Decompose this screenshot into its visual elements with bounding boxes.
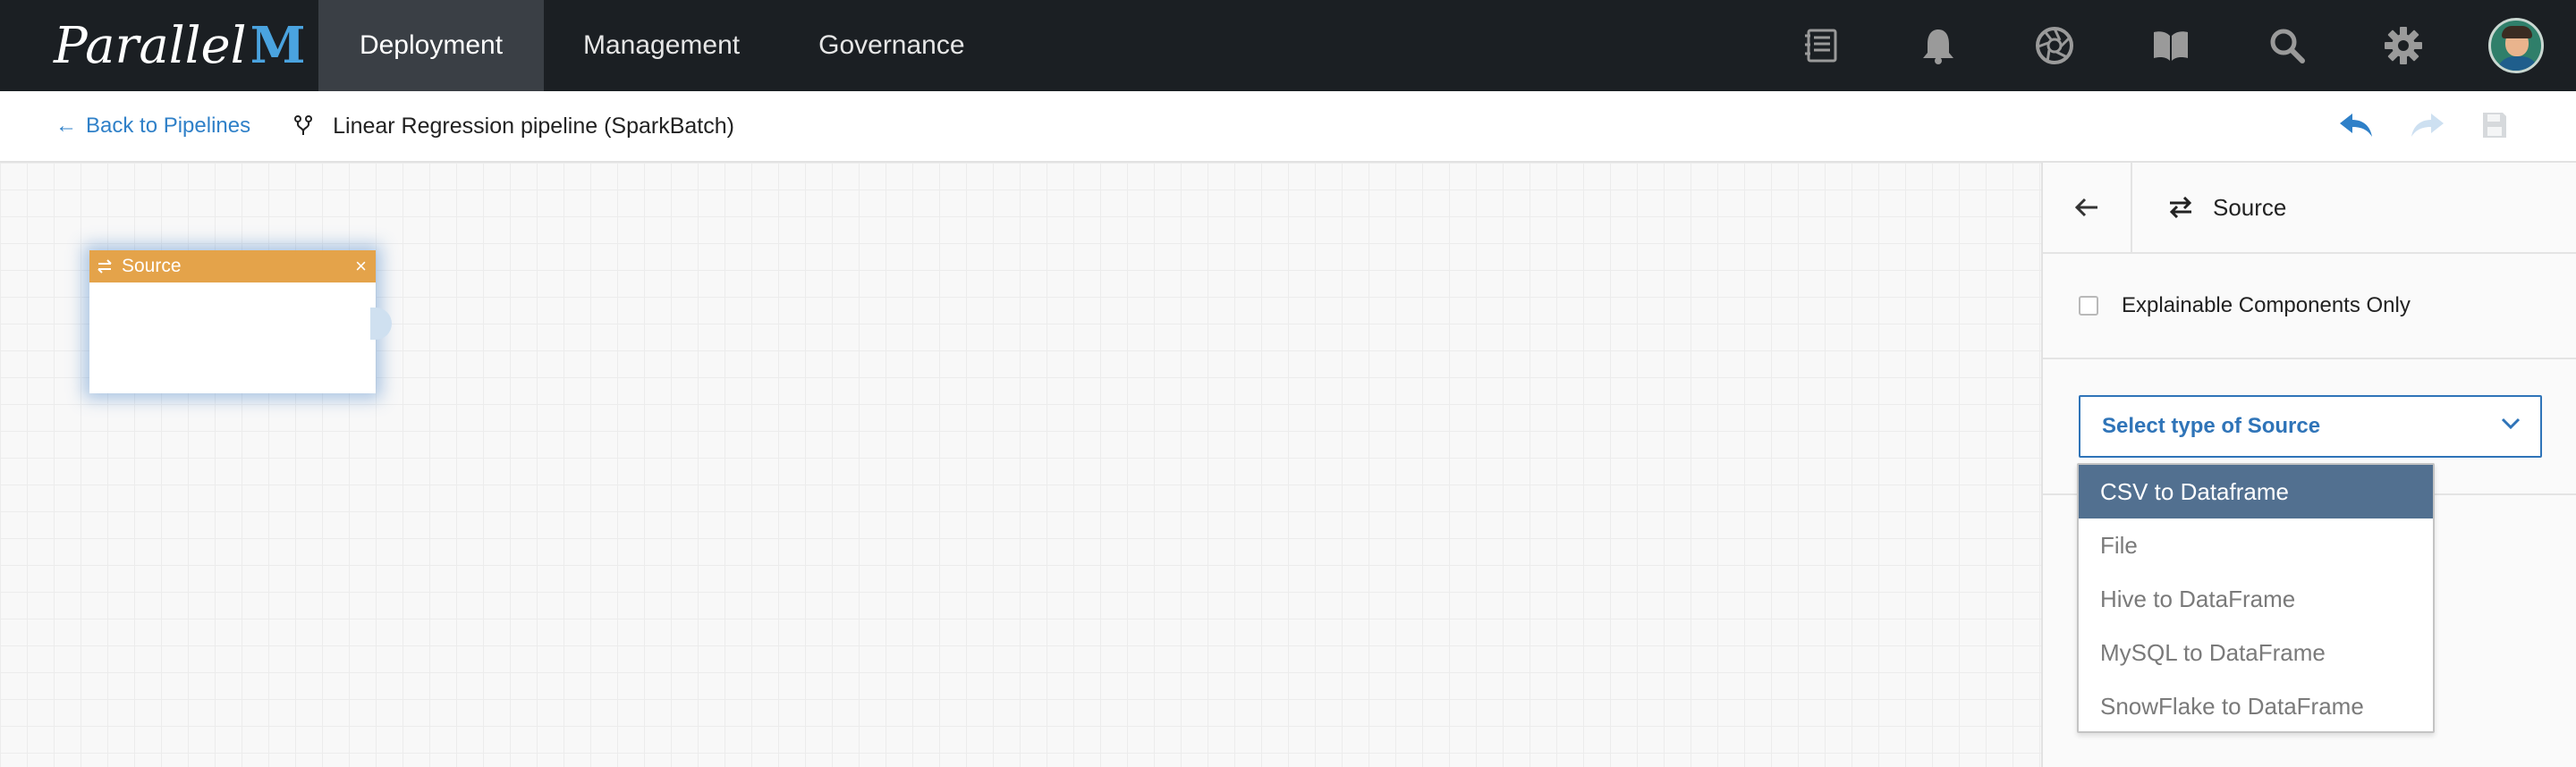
source-node-title: Source [122, 256, 182, 276]
logo-accent: M [250, 16, 306, 75]
pipeline-subheader: ← Back to Pipelines Linear Regression pi… [0, 91, 2576, 163]
nav-tab-management[interactable]: Management [544, 0, 779, 91]
chevron-down-icon [2501, 417, 2521, 430]
explainable-label: Explainable Components Only [2122, 293, 2411, 317]
panel-title-text: Source [2213, 193, 2287, 221]
logo[interactable]: Parallel M [0, 0, 318, 91]
logo-text: Parallel [54, 16, 247, 75]
dropdown-option-csv[interactable]: CSV to Dataframe [2079, 465, 2433, 518]
aperture-icon[interactable] [1996, 0, 2113, 91]
save-icon[interactable] [2481, 111, 2508, 144]
panel-back-button[interactable] [2043, 163, 2132, 252]
dropdown-option-file[interactable]: File [2079, 518, 2433, 572]
nav-tab-deployment[interactable]: Deployment [318, 0, 544, 91]
explainable-filter: Explainable Components Only [2043, 254, 2576, 359]
back-link-label: Back to Pipelines [86, 114, 251, 138]
output-port[interactable] [370, 308, 392, 340]
bell-icon[interactable] [1880, 0, 1996, 91]
dropdown-option-mysql[interactable]: MySQL to DataFrame [2079, 626, 2433, 679]
source-node-header[interactable]: Source × [89, 250, 376, 282]
arrow-left-icon: ← [55, 114, 77, 138]
back-to-pipelines-link[interactable]: ← Back to Pipelines [55, 114, 250, 139]
pipeline-title-text: Linear Regression pipeline (SparkBatch) [333, 113, 734, 139]
nav-tab-label: Governance [818, 30, 965, 60]
pipeline-actions [2338, 91, 2508, 163]
pipeline-canvas[interactable]: Source × [0, 163, 2041, 767]
pipeline-fork-icon [293, 115, 313, 137]
arrow-left-icon [2074, 198, 2097, 217]
redo-icon[interactable] [2410, 112, 2445, 143]
pipeline-title: Linear Regression pipeline (SparkBatch) [293, 114, 734, 139]
panel-title: Source [2132, 163, 2286, 252]
nav-tab-governance[interactable]: Governance [779, 0, 1004, 91]
avatar-hair [2502, 26, 2532, 38]
nav-tab-label: Deployment [359, 30, 504, 60]
book-icon[interactable] [2113, 0, 2229, 91]
source-type-placeholder: Select type of Source [2102, 414, 2321, 438]
notebook-icon[interactable] [1764, 0, 1880, 91]
dropdown-option-hive[interactable]: Hive to DataFrame [2079, 572, 2433, 626]
avatar-body [2496, 56, 2539, 71]
explainable-checkbox[interactable] [2079, 296, 2098, 316]
user-avatar[interactable] [2488, 18, 2544, 73]
source-type-dropdown: CSV to Dataframe File Hive to DataFrame … [2077, 463, 2435, 733]
dropdown-option-snowflake[interactable]: SnowFlake to DataFrame [2079, 679, 2433, 733]
undo-icon[interactable] [2338, 112, 2374, 143]
panel-header: Source [2043, 163, 2576, 254]
swap-icon [97, 259, 113, 274]
source-type-select[interactable]: Select type of Source [2079, 395, 2542, 458]
top-navigation-bar: Parallel M Deployment Management Governan… [0, 0, 2576, 91]
search-icon[interactable] [2229, 0, 2345, 91]
nav-tab-label: Management [583, 30, 741, 60]
swap-icon [2168, 197, 2193, 218]
close-icon[interactable]: × [355, 255, 367, 278]
source-node[interactable]: Source × [89, 250, 392, 393]
gear-icon[interactable] [2345, 0, 2462, 91]
